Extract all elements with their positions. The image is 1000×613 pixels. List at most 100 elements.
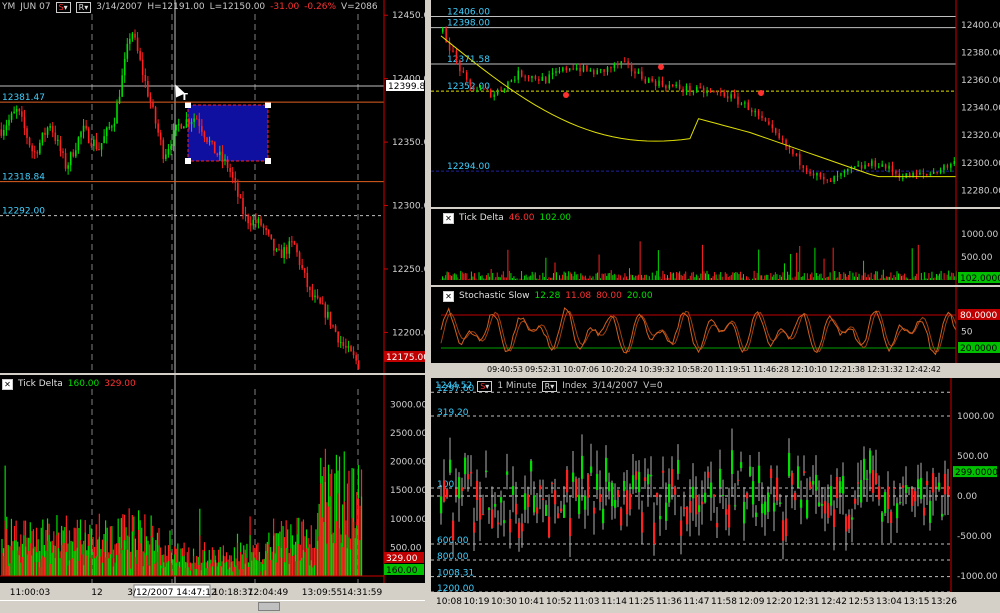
moving-average-line — [440, 35, 956, 178]
stochastic-pane[interactable]: 50 80.0000 20.0000 09:40:53 09:52:31 10:07:06… — [431, 287, 1000, 375]
axis-tick-label: 12450.00 — [392, 11, 425, 21]
stochastic-header: ✕ Stochastic Slow 12.28 11.08 80.00 20.0… — [443, 290, 653, 302]
price-candle — [606, 67, 609, 72]
indicator-value-2: 102.00 — [539, 213, 572, 223]
price-candle — [257, 218, 260, 224]
price-candle — [520, 70, 523, 77]
axis-tick-label: 12250.00 — [392, 265, 425, 275]
tick-delta-pane[interactable]: 3000.00 2500.00 2000.00 1500.00 1000.00 500.0… — [0, 375, 425, 600]
index-candle — [683, 507, 686, 510]
price-candle — [569, 68, 571, 71]
price-candle — [301, 265, 303, 269]
tick-delta-2-pane[interactable]: 1000.00 500.00 102.0000 ✕ Tick Delta 46.00… — [431, 209, 1000, 285]
index-candle — [734, 505, 737, 507]
index-candle — [935, 486, 938, 488]
close-icon[interactable]: ✕ — [443, 290, 454, 302]
axis-tick-label: 12350.00 — [392, 138, 425, 148]
index-minute-pane[interactable]: 1297.60319.20100600.00800.001008.311200.… — [431, 378, 1000, 613]
price-candle — [0, 129, 3, 136]
price-candle — [572, 68, 574, 70]
scrollbar-thumb[interactable] — [258, 602, 280, 611]
index-candle — [632, 475, 635, 490]
price-candle — [672, 84, 674, 87]
price-candle — [31, 145, 33, 152]
series-s-button[interactable]: S▾ — [55, 1, 71, 13]
price-candle — [285, 247, 288, 254]
price-candle — [273, 238, 275, 251]
time-label: 13:09:55 — [302, 588, 342, 598]
series-s-button[interactable]: S▾ — [477, 380, 493, 392]
index-candle — [899, 502, 902, 504]
low-label: L=12150.00 — [209, 2, 266, 12]
axis-tick-label: 12320.00 — [961, 131, 1000, 141]
price-candle — [193, 118, 195, 122]
price-candle — [226, 159, 229, 169]
series-r-button[interactable]: R▾ — [75, 1, 92, 13]
index-candle — [623, 481, 626, 491]
index-price-chart: 12406.0012398.00 12371.58 12352.00 12294.00… — [431, 0, 1000, 207]
close-icon[interactable]: ✕ — [2, 378, 13, 390]
horizontal-scrollbar[interactable] — [0, 600, 425, 611]
price-candle — [316, 295, 319, 299]
index-candle — [944, 473, 947, 495]
index-candle — [830, 486, 833, 506]
price-candle — [860, 165, 863, 169]
price-candle — [891, 165, 894, 172]
price-candle — [239, 196, 242, 198]
last-price-tag: 12175.00 — [386, 353, 425, 363]
index-candle — [761, 503, 764, 514]
price-candle — [195, 118, 198, 120]
index-candle — [755, 512, 758, 517]
price-candle — [18, 109, 21, 112]
index-candle — [557, 513, 560, 519]
price-candle — [39, 142, 41, 154]
index-candle — [884, 492, 887, 514]
price-candle — [685, 85, 688, 92]
signal-dot — [658, 64, 664, 70]
index-candle — [512, 486, 515, 495]
time-label: 12:09 — [739, 597, 765, 607]
price-candle — [799, 154, 801, 166]
price-chart-pane[interactable]: 12381.4712318.8412292.0012450.0012400.00… — [0, 0, 425, 373]
index-price-pane[interactable]: 12406.00 12398.00 12371.58 12352.00 12294.00… — [431, 0, 1000, 207]
price-candle — [531, 76, 533, 79]
price-candle — [237, 183, 239, 197]
index-candle — [803, 471, 806, 474]
price-candle — [69, 152, 72, 166]
series-r-button[interactable]: R▾ — [541, 380, 558, 392]
price-candle — [188, 119, 190, 125]
price-candle — [466, 72, 468, 80]
index-candle — [650, 474, 653, 477]
price-candle — [298, 252, 301, 266]
price-candle — [795, 154, 798, 156]
index-candle — [671, 469, 674, 487]
price-candle — [792, 149, 794, 155]
index-candle — [440, 496, 443, 514]
price-candle — [658, 80, 660, 87]
price-candle — [342, 342, 345, 346]
price-candle — [771, 124, 774, 129]
index-candle — [932, 473, 935, 493]
interval-label: 1 Minute — [497, 381, 537, 391]
price-candle — [134, 33, 136, 38]
axis-tick-label: -1000.00 — [957, 572, 998, 582]
index-candle — [710, 482, 713, 498]
price-candle — [157, 123, 159, 133]
high-label: H=12191.00 — [147, 2, 205, 12]
price-candle — [231, 171, 234, 178]
price-candle — [802, 165, 804, 169]
price-candle — [334, 325, 337, 332]
index-candle — [641, 512, 644, 533]
price-candle — [208, 140, 211, 142]
trendline-tool-icon[interactable]: T — [181, 92, 188, 103]
price-candle — [459, 60, 461, 72]
index-candle — [542, 498, 545, 500]
index-candle — [620, 508, 623, 526]
volume-label: V=0 — [643, 381, 663, 391]
index-minute-chart: 1297.60319.20100600.00800.001008.311200.… — [431, 378, 1000, 613]
time-label: 14:31:59 — [342, 588, 383, 598]
price-candle — [668, 84, 671, 89]
close-icon[interactable]: ✕ — [443, 212, 454, 224]
price-candle — [180, 124, 183, 129]
price-candle — [637, 71, 640, 74]
